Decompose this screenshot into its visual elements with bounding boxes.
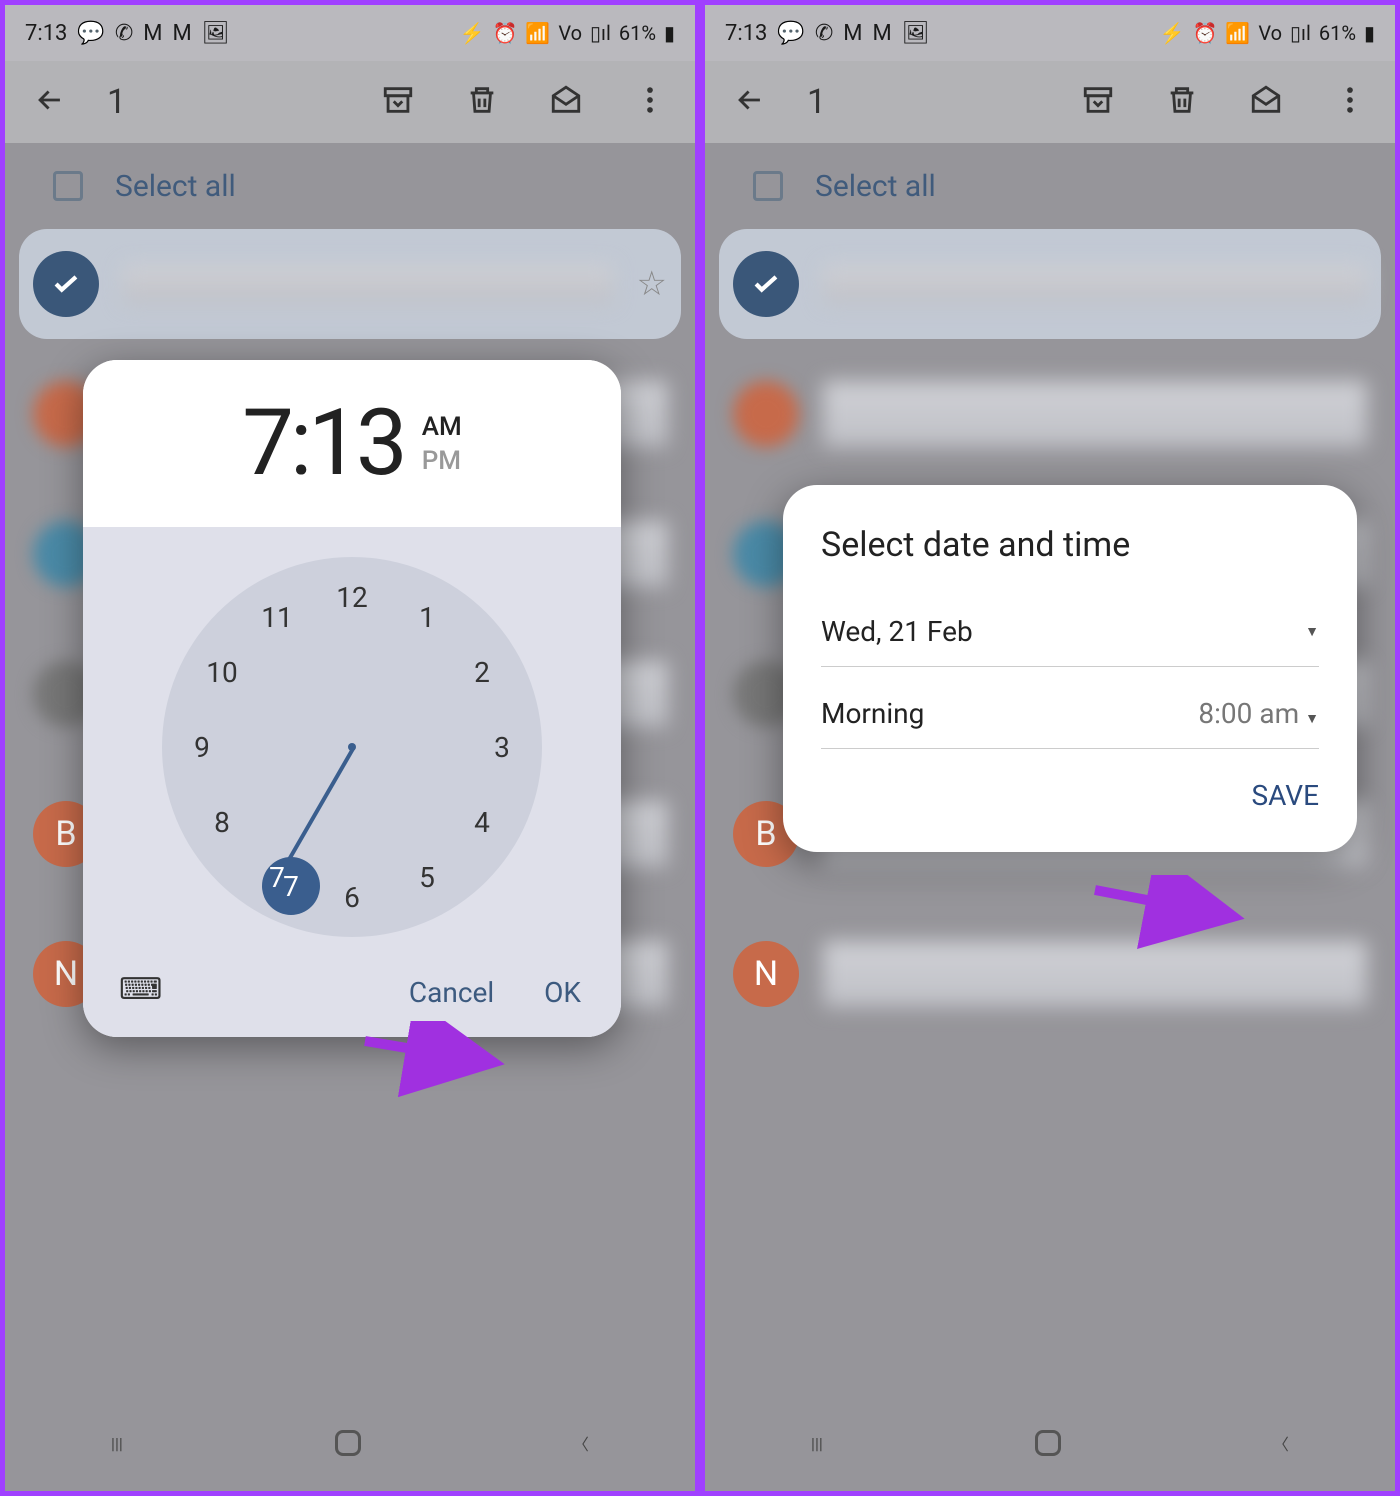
mail-icon: M [143,21,162,46]
chat-icon: 💬 [777,21,804,46]
select-all-label: Select all [815,169,936,204]
phone-left: 7:13 💬 ✆ M M 🖼 ⚡ ⏰ 📶 Vo ▯ıl 61% ▮ 1 [0,0,700,1496]
selected-count: 1 [807,82,1051,122]
time-row[interactable]: Morning 8:00 am▼ [821,697,1319,749]
mail-icon: M [172,21,191,46]
mail-icon: M [872,21,891,46]
list-item[interactable]: N [719,919,1381,1029]
status-bar: 7:13 💬 ✆ M M 🖼 ⚡ ⏰ 📶 Vo ▯ıl 61% ▮ [5,5,695,61]
select-all-row[interactable]: Select all [705,143,1395,229]
annotation-arrow [355,1021,525,1105]
battery-pct: 61% [1319,21,1356,45]
chat-icon: 💬 [77,21,104,46]
alarm-icon: ⏰ [1193,21,1218,45]
archive-icon[interactable] [381,83,415,121]
alarm-icon: ⏰ [493,21,518,45]
avatar [733,381,799,447]
whatsapp-icon: ✆ [115,21,133,46]
recents-icon[interactable]: ||| [111,1434,123,1453]
star-icon[interactable]: ☆ [637,264,667,304]
blurred-text [823,265,1367,302]
home-icon[interactable] [335,1430,361,1456]
app-bar: 1 [705,61,1395,143]
battery-pct: 61% [619,21,656,45]
volte-icon: Vo [558,21,582,45]
list-item[interactable] [719,359,1381,469]
signal-icon: ▯ıl [590,21,611,45]
status-time: 7:13 [725,21,767,46]
battery-icon: ▮ [664,21,675,45]
time-hour[interactable]: 7:13 [242,390,403,497]
list-item-selected[interactable]: ☆ [19,229,681,339]
keyboard-icon[interactable]: ⌨ [119,972,162,1007]
save-button[interactable]: SAVE [821,779,1319,812]
date-time-dialog: Select date and time Wed, 21 Feb ▼ Morni… [783,485,1357,852]
back-nav-icon[interactable]: 〈 [1273,1431,1289,1455]
selected-count: 1 [107,82,351,122]
list-item-selected[interactable] [719,229,1381,339]
image-icon: 🖼 [202,21,230,46]
back-nav-icon[interactable]: 〈 [573,1431,589,1455]
blurred-text [823,381,1367,447]
trash-icon[interactable] [465,83,499,121]
trash-icon[interactable] [1165,83,1199,121]
avatar: N [733,941,799,1007]
back-icon[interactable] [33,83,67,121]
status-time: 7:13 [25,21,67,46]
am-toggle[interactable]: AM [422,412,462,442]
charge-icon: ⚡ [1160,21,1185,45]
mail-open-icon[interactable] [1249,83,1283,121]
more-icon[interactable] [1333,83,1367,121]
volte-icon: Vo [1258,21,1282,45]
dropdown-icon: ▼ [1305,623,1319,640]
dropdown-icon: ▼ [1305,711,1319,727]
annotation-arrow [1085,875,1255,959]
status-bar: 7:13 💬 ✆ M M 🖼 ⚡ ⏰ 📶 Vo ▯ıl 61% ▮ [705,5,1395,61]
phone-right: 7:13 💬 ✆ M M 🖼 ⚡ ⏰ 📶 Vo ▯ıl 61% ▮ 1 Sele [700,0,1400,1496]
archive-icon[interactable] [1081,83,1115,121]
nav-bar: ||| 〈 [5,1415,695,1471]
dialog-title: Select date and time [821,525,1319,565]
nav-bar: ||| 〈 [705,1415,1395,1471]
checkmark-avatar [33,251,99,317]
battery-icon: ▮ [1364,21,1375,45]
home-icon[interactable] [1035,1430,1061,1456]
checkmark-avatar [733,251,799,317]
ok-button[interactable]: OK [544,976,581,1009]
wifi-icon: 📶 [525,21,550,45]
whatsapp-icon: ✆ [815,21,833,46]
recents-icon[interactable]: ||| [811,1434,823,1453]
date-row[interactable]: Wed, 21 Feb ▼ [821,615,1319,667]
time-picker-dialog: 7:13 AM PM 7 12 1 2 3 4 5 6 7 8 9 10 [83,360,621,1037]
app-bar: 1 [5,61,695,143]
signal-icon: ▯ıl [1290,21,1311,45]
select-all-row[interactable]: Select all [5,143,695,229]
checkbox-icon[interactable] [53,171,83,201]
mail-icon: M [843,21,862,46]
cancel-button[interactable]: Cancel [409,976,494,1009]
clock-face[interactable]: 7 12 1 2 3 4 5 6 7 8 9 10 11 [162,557,542,937]
mail-open-icon[interactable] [549,83,583,121]
more-icon[interactable] [633,83,667,121]
blurred-text [123,265,613,302]
back-icon[interactable] [733,83,767,121]
charge-icon: ⚡ [460,21,485,45]
image-icon: 🖼 [902,21,930,46]
pm-toggle[interactable]: PM [422,446,462,476]
wifi-icon: 📶 [1225,21,1250,45]
select-all-label: Select all [115,169,236,204]
checkbox-icon[interactable] [753,171,783,201]
